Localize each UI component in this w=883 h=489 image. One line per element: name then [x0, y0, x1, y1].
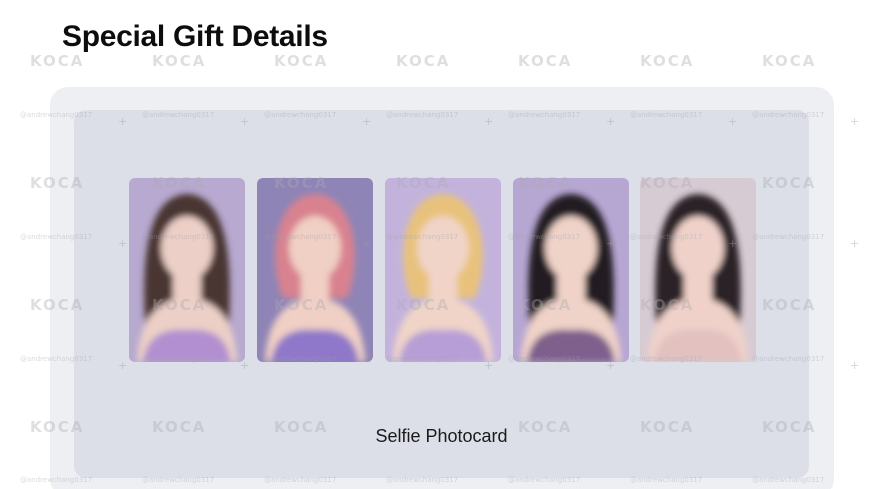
watermark-logo: KOCA	[762, 52, 817, 70]
photocard-image	[513, 178, 629, 362]
photocard-3[interactable]	[385, 178, 501, 362]
photocard-image	[257, 178, 373, 362]
photocard-2[interactable]	[257, 178, 373, 362]
gift-caption: Selfie Photocard	[375, 426, 508, 446]
gift-details-page: Special Gift Details Selfie Photocard KO…	[0, 0, 883, 489]
watermark-logo: KOCA	[30, 52, 85, 70]
photocard-image	[129, 178, 245, 362]
page-title: Special Gift Details	[62, 20, 328, 53]
watermark-logo: KOCA	[518, 52, 573, 70]
watermark-logo: KOCA	[396, 52, 451, 70]
watermark-logo: KOCA	[274, 52, 329, 70]
watermark-plus-icon: +	[850, 115, 860, 128]
photocard-5[interactable]	[640, 178, 756, 362]
watermark-logo: KOCA	[152, 52, 207, 70]
photocard-image	[385, 178, 501, 362]
photocard-4[interactable]	[513, 178, 629, 362]
photocard-image	[640, 178, 756, 362]
photocard-1[interactable]	[129, 178, 245, 362]
watermark-plus-icon: +	[850, 237, 860, 250]
watermark-logo: KOCA	[640, 52, 695, 70]
watermark-plus-icon: +	[850, 359, 860, 372]
